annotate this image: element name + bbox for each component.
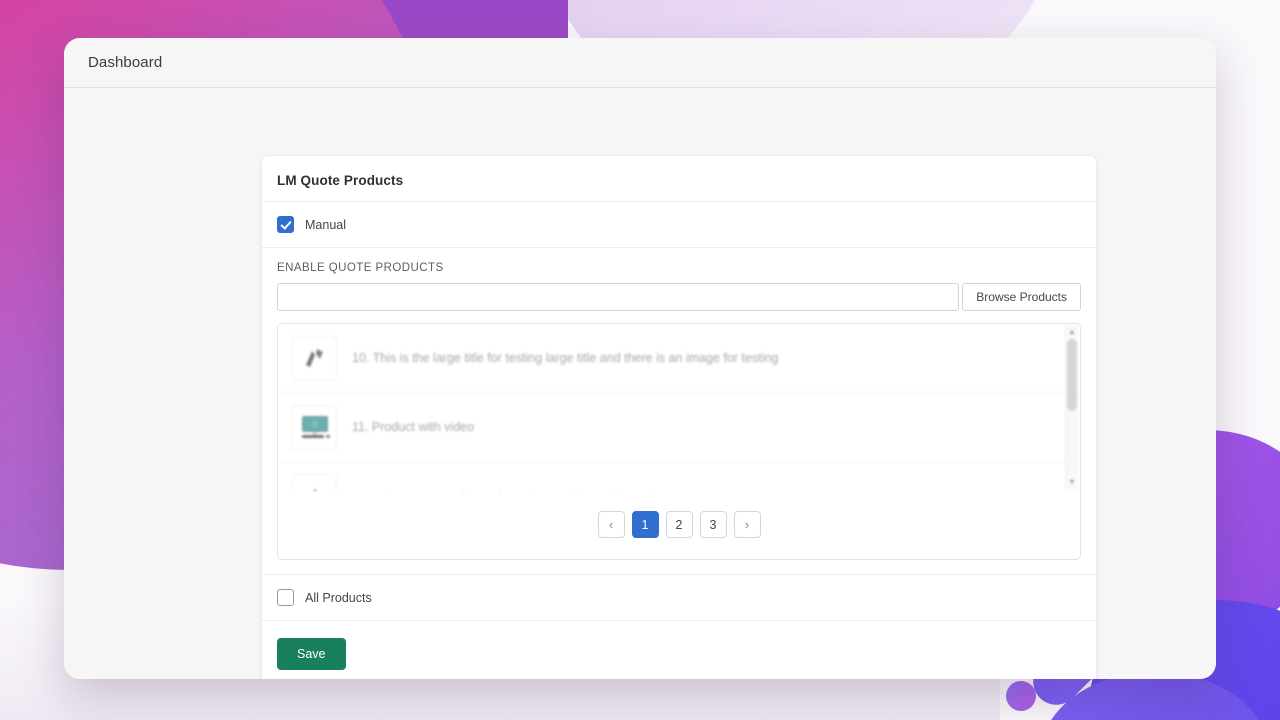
product-search-row: Browse Products: [277, 283, 1081, 311]
save-button[interactable]: Save: [277, 638, 346, 670]
list-item-title: 10. This is the large title for testing …: [352, 350, 779, 365]
pagination-page-1[interactable]: 1: [631, 511, 659, 538]
pagination-page-2[interactable]: 2: [665, 511, 693, 538]
desktop-computer-thumbnail: [292, 404, 337, 450]
pagination-page-3[interactable]: 3: [699, 511, 727, 538]
window-titlebar: Dashboard: [64, 38, 1216, 88]
window-body: LM Quote Products Manual ENABLE QUOTE PR…: [64, 88, 1216, 679]
all-products-checkbox-row[interactable]: All Products: [277, 589, 1081, 606]
product-list-container: 10. This is the large title for testing …: [277, 323, 1081, 560]
dark-triangle-thumbnail: [292, 473, 337, 491]
browse-products-button[interactable]: Browse Products: [962, 283, 1081, 311]
list-item[interactable]: 11. Product with video: [278, 393, 1080, 462]
quote-products-card: LM Quote Products Manual ENABLE QUOTE PR…: [261, 155, 1097, 679]
all-products-section: All Products: [262, 575, 1096, 621]
list-item[interactable]: 10. This is the large title for testing …: [278, 324, 1080, 393]
list-item-title: 11. Product with video: [352, 419, 475, 434]
all-products-label: All Products: [305, 590, 372, 605]
pagination: ‹ 1 2 3 ›: [278, 491, 1080, 559]
product-list-scroll-area[interactable]: 10. This is the large title for testing …: [278, 324, 1080, 491]
abstract-shape-thumbnail: [292, 335, 337, 381]
card-footer: Save: [262, 621, 1096, 679]
enable-quote-products-label: ENABLE QUOTE PRODUCTS: [277, 262, 444, 274]
card-header: LM Quote Products: [262, 156, 1096, 202]
checkbox-checked-icon[interactable]: [277, 216, 294, 233]
caret-up-icon[interactable]: ▲: [1066, 326, 1079, 339]
scrollbar-thumb[interactable]: [1067, 339, 1077, 411]
screen: Dashboard LM Quote Products Manual ENABL…: [0, 0, 1280, 720]
small-circle-accent: [1006, 681, 1036, 711]
pagination-next-button[interactable]: ›: [733, 511, 761, 538]
list-item[interactable]: 12. Unique content for each product on t…: [278, 462, 1080, 491]
product-search-input[interactable]: [277, 283, 960, 311]
manual-checkbox-row[interactable]: Manual: [277, 216, 1081, 233]
list-scrollbar[interactable]: ▲ ▼: [1065, 326, 1078, 489]
app-window: Dashboard LM Quote Products Manual ENABL…: [64, 38, 1216, 679]
manual-label: Manual: [305, 217, 346, 232]
checkbox-unchecked-icon[interactable]: [277, 589, 294, 606]
scrollbar-track[interactable]: [1066, 339, 1079, 476]
caret-down-icon[interactable]: ▼: [1066, 476, 1079, 489]
manual-section: Manual: [262, 202, 1096, 248]
enable-quote-products-section: ENABLE QUOTE PRODUCTS Browse Products 10…: [262, 248, 1096, 575]
pagination-prev-button[interactable]: ‹: [597, 511, 625, 538]
page-title: Dashboard: [88, 54, 163, 71]
list-item-title: 12. Unique content for each product on t…: [352, 488, 655, 491]
card-title: LM Quote Products: [277, 173, 404, 188]
